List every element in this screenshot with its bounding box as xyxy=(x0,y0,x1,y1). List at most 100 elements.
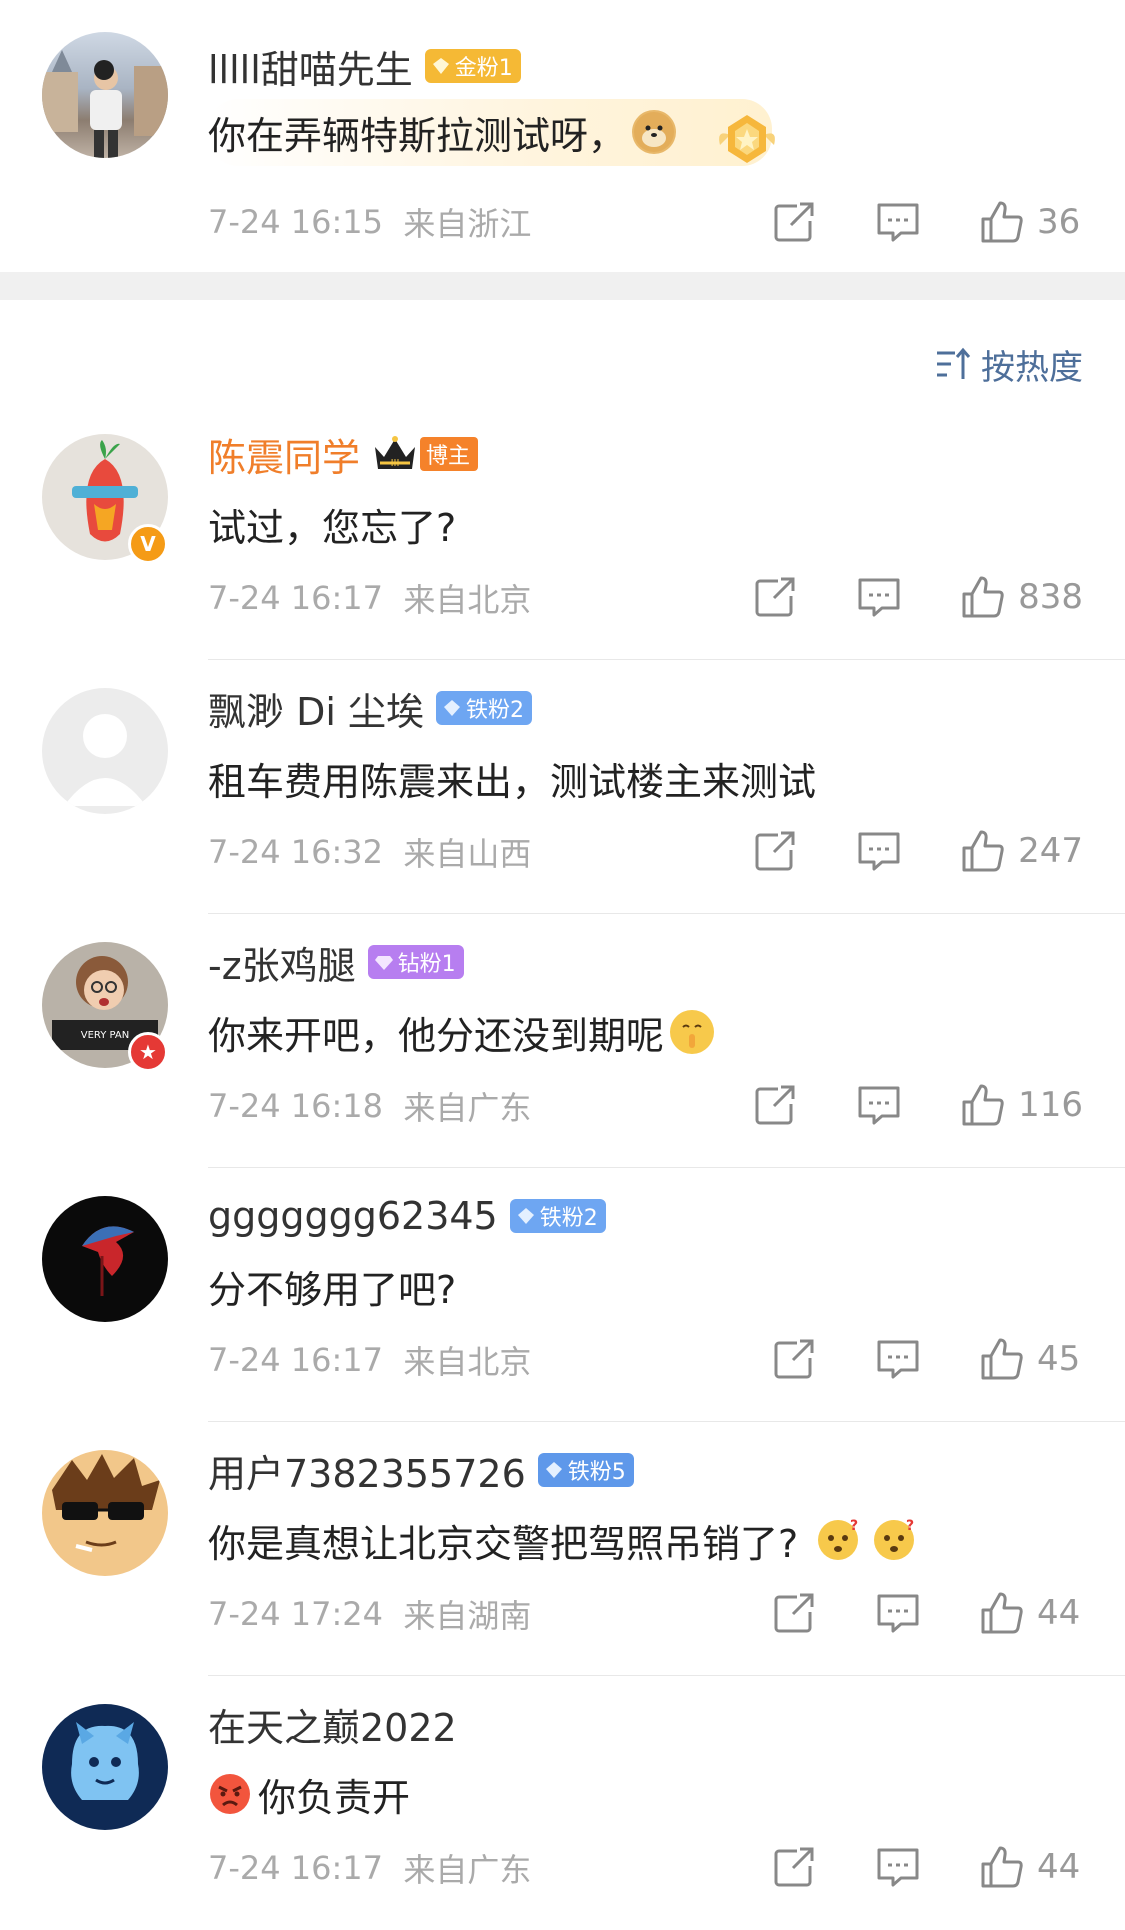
share-icon[interactable] xyxy=(771,1336,817,1382)
fan-badge-iron: 铁粉2 xyxy=(435,691,532,725)
sort-icon xyxy=(937,347,971,379)
user-name[interactable]: -z张鸡腿 xyxy=(208,935,356,990)
comment-text: 试过，您忘了? xyxy=(208,505,457,550)
like-button[interactable]: 44 xyxy=(979,1844,1083,1890)
comment-time: 7-24 16:18 xyxy=(208,1087,384,1125)
confused-emoji-icon: ? xyxy=(872,1518,916,1562)
share-icon[interactable] xyxy=(752,828,799,874)
user-name[interactable]: lllll甜喵先生 xyxy=(208,39,413,94)
like-button[interactable]: 838 xyxy=(960,574,1083,620)
comment-text: 分不够用了吧? xyxy=(208,1267,457,1312)
blogger-badge: 博主 xyxy=(420,437,479,471)
like-icon[interactable] xyxy=(979,1590,1025,1636)
comment-location: 来自湖南 xyxy=(403,1597,532,1635)
gem-icon xyxy=(374,956,393,970)
share-icon[interactable] xyxy=(771,199,817,245)
like-icon[interactable] xyxy=(960,828,1006,874)
user-name[interactable]: 陈震同学 xyxy=(208,427,360,482)
svg-text:VERY PAN: VERY PAN xyxy=(81,1030,129,1041)
like-button[interactable]: 36 xyxy=(979,199,1083,245)
comment-time: 7-24 16:32 xyxy=(208,833,384,871)
like-icon[interactable] xyxy=(979,1844,1025,1890)
sort-label: 按热度 xyxy=(981,347,1083,388)
gold-fan-medal-icon xyxy=(719,114,775,163)
like-icon[interactable] xyxy=(960,1082,1006,1128)
like-count: 36 xyxy=(1037,202,1081,242)
share-icon[interactable] xyxy=(771,1590,817,1636)
comment-text: 租车费用陈震来出，测试楼主来测试 xyxy=(208,759,817,804)
avatar[interactable] xyxy=(42,1704,168,1830)
fan-badge-iron: 铁粉2 xyxy=(509,1199,606,1233)
comment-location: 来自北京 xyxy=(403,581,532,619)
share-icon[interactable] xyxy=(752,574,799,620)
like-count: 45 xyxy=(1037,1339,1081,1379)
comment-item: 飘渺 Di 尘埃 铁粉2 租车费用陈震来出，测试楼主来测试 7-24 16:32… xyxy=(0,660,1125,914)
svg-text:?: ? xyxy=(906,1518,914,1534)
comment-time: 7-24 17:24 xyxy=(208,1595,384,1633)
comment-item: ggggggg62345 铁粉2 分不够用了吧? 7-24 16:17 来自北京… xyxy=(0,1168,1125,1422)
like-icon[interactable] xyxy=(979,199,1025,245)
like-button[interactable]: 45 xyxy=(979,1336,1083,1382)
sort-button[interactable]: 按热度 xyxy=(935,342,1083,388)
comment-bubble: 你在弄辆特斯拉测试呀， xyxy=(208,98,775,166)
like-button[interactable]: 247 xyxy=(960,828,1083,874)
like-icon[interactable] xyxy=(960,574,1006,620)
fan-badge-diamond: 钻粉1 xyxy=(367,945,464,979)
gem-icon xyxy=(517,1208,534,1224)
comment-location: 来自广东 xyxy=(403,1089,532,1127)
like-count: 44 xyxy=(1037,1847,1081,1887)
comment-item: 在天之巅2022 你负责开 7-24 16:17 来自广东 44 xyxy=(0,1676,1125,1930)
avatar[interactable] xyxy=(42,1450,168,1576)
comment-icon[interactable] xyxy=(856,574,902,620)
user-name[interactable]: 飘渺 Di 尘埃 xyxy=(208,681,424,736)
gem-icon xyxy=(432,58,449,74)
comment-text: 你来开吧，他分还没到期呢 xyxy=(208,1013,665,1058)
like-count: 44 xyxy=(1037,1593,1081,1633)
comment-location: 来自浙江 xyxy=(403,205,532,243)
shush-emoji-icon xyxy=(670,1010,715,1054)
svg-text:?: ? xyxy=(850,1518,858,1534)
comment-text: 你在弄辆特斯拉测试呀， xyxy=(208,113,627,158)
avatar[interactable] xyxy=(42,688,168,814)
comment-item: V 陈震同学 III 博主 试过，您忘了? 7-24 16:17 来自北京 83… xyxy=(0,406,1125,660)
comment-icon[interactable] xyxy=(875,199,921,245)
like-count: 247 xyxy=(1018,831,1083,871)
like-button[interactable]: 44 xyxy=(979,1590,1083,1636)
svg-text:III: III xyxy=(391,458,400,469)
share-icon[interactable] xyxy=(771,1844,817,1890)
like-button[interactable]: 116 xyxy=(960,1082,1083,1128)
like-icon[interactable] xyxy=(979,1336,1025,1382)
comment-time: 7-24 16:17 xyxy=(208,579,384,617)
comment-location: 来自广东 xyxy=(403,1851,532,1889)
comment-item: 用户7382355726 铁粉5 你是真想让北京交警把驾照吊销了? ? ? 7-… xyxy=(0,1422,1125,1676)
confused-emoji-icon: ? xyxy=(816,1518,860,1562)
like-count: 838 xyxy=(1018,577,1083,617)
comment-time: 7-24 16:15 xyxy=(208,203,384,241)
doge-emoji-icon xyxy=(632,110,677,154)
gem-icon xyxy=(443,700,460,716)
comment-icon[interactable] xyxy=(856,828,902,874)
verified-v-icon: V xyxy=(128,524,168,564)
user-name[interactable]: ggggggg62345 xyxy=(208,1194,498,1238)
crown-icon: III xyxy=(375,436,416,469)
comment-text: 你负责开 xyxy=(258,1775,411,1820)
comment-time: 7-24 16:17 xyxy=(208,1849,384,1887)
share-icon[interactable] xyxy=(752,1082,799,1128)
fan-badge-gold: 金粉1 xyxy=(424,49,521,83)
comment-icon[interactable] xyxy=(875,1336,921,1382)
section-separator xyxy=(0,272,1125,300)
comment-item: VERY PAN ★ -z张鸡腿 钻粉1 你来开吧，他分还没到期呢 7-24 1… xyxy=(0,914,1125,1168)
gem-icon xyxy=(545,1462,562,1478)
user-name[interactable]: 在天之巅2022 xyxy=(208,1697,457,1752)
comment-location: 来自山西 xyxy=(403,835,532,873)
comment-location: 来自北京 xyxy=(403,1343,532,1381)
like-count: 116 xyxy=(1018,1085,1083,1125)
verified-star-icon: ★ xyxy=(128,1032,168,1072)
comment-icon[interactable] xyxy=(856,1082,902,1128)
comment-icon[interactable] xyxy=(875,1590,921,1636)
fan-badge-iron: 铁粉5 xyxy=(537,1453,634,1487)
avatar[interactable] xyxy=(42,1196,168,1322)
user-name[interactable]: 用户7382355726 xyxy=(208,1443,526,1498)
comment-icon[interactable] xyxy=(875,1844,921,1890)
avatar[interactable] xyxy=(42,32,168,158)
